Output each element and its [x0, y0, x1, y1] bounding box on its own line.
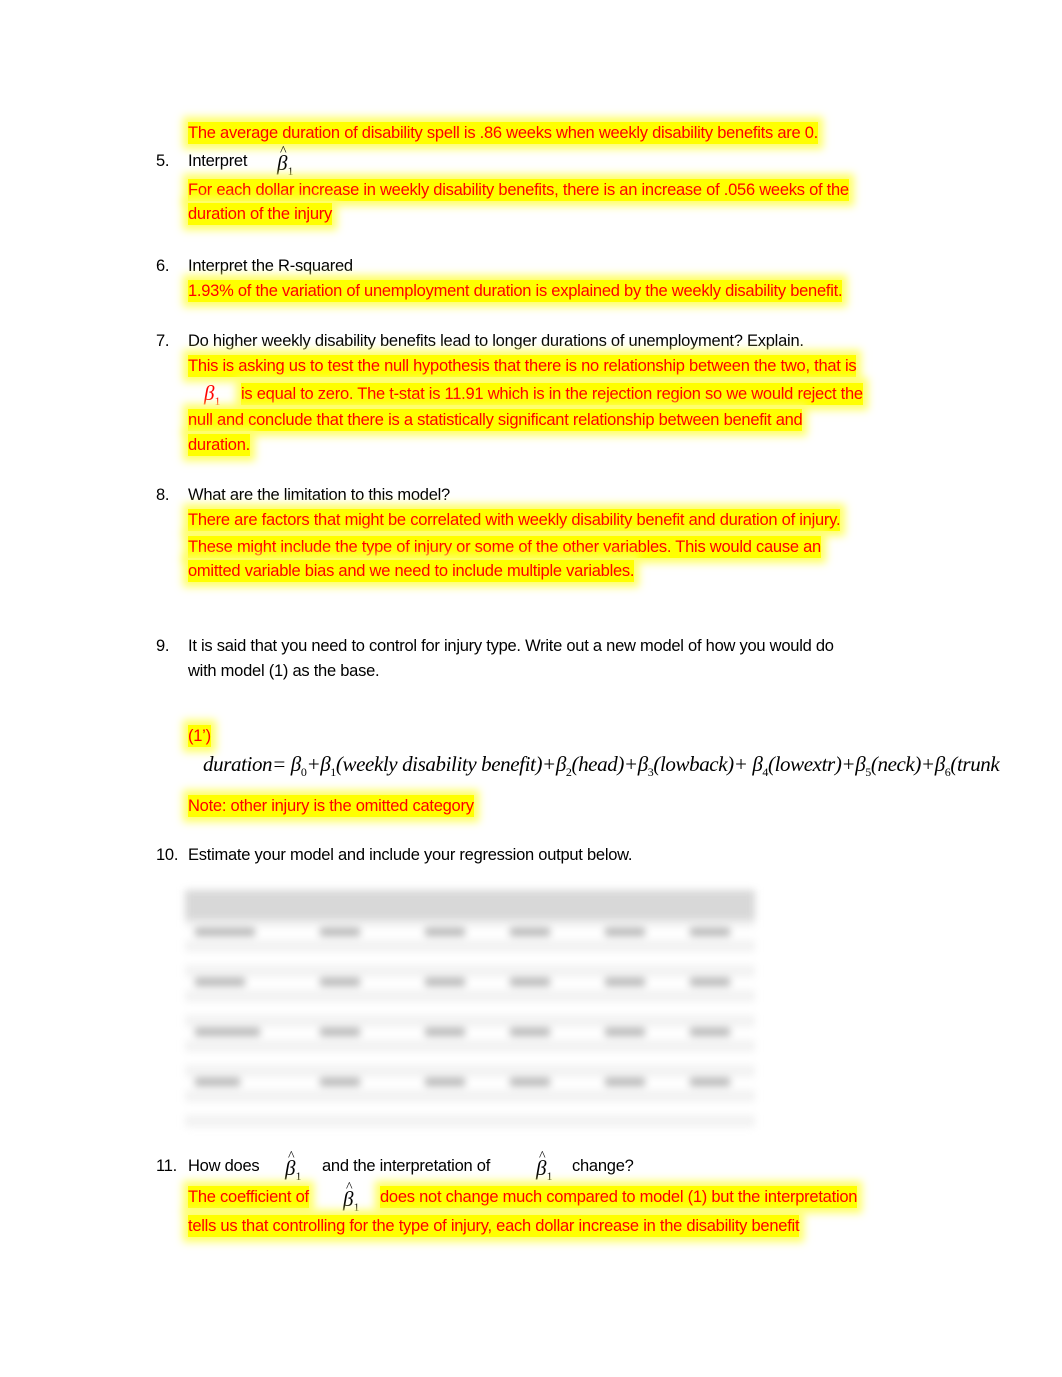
question-10: Estimate your model and include your reg…	[188, 846, 633, 864]
answer-5-line: For each dollar increase in weekly disab…	[188, 179, 849, 201]
answer-5-line: duration of the injury	[188, 203, 333, 225]
answer-7-line: is equal to zero. The t-stat is 11.91 wh…	[241, 383, 863, 405]
beta-1-symbol: β1	[204, 381, 221, 409]
note-omitted-category: Note: other injury is the omitted catego…	[188, 795, 474, 817]
answer-11-line: tells us that controlling for the type o…	[188, 1215, 800, 1237]
question-11-part: How does	[188, 1157, 260, 1175]
answer-7-line: This is asking us to test the null hypot…	[188, 355, 857, 377]
question-number: 7.	[156, 332, 170, 350]
question-number: 10.	[156, 846, 179, 864]
question-11-part: change?	[572, 1157, 634, 1175]
answer-11-part: The coefficient of	[188, 1186, 309, 1208]
answer-6: 1.93% of the variation of unemployment d…	[188, 280, 843, 302]
answer-8-line: omitted variable bias and we need to inc…	[188, 560, 635, 582]
answer-7-line: duration.	[188, 434, 250, 456]
question-number: 11.	[156, 1157, 177, 1175]
question-8: What are the limitation to this model?	[188, 486, 450, 504]
model-label: (1’)	[188, 725, 211, 747]
document-page: The average duration of disability spell…	[0, 0, 1062, 1377]
beta-hat-1-symbol: ^ β1	[343, 1180, 360, 1215]
answer-8-line: There are factors that might be correlat…	[188, 509, 841, 531]
question-number: 8.	[156, 486, 170, 504]
blurred-regression-output-image	[185, 890, 755, 1130]
beta-hat-1-symbol: ^ β1	[536, 1149, 553, 1184]
question-number: 5.	[156, 152, 170, 170]
beta-hat-1-symbol: ^ β1	[285, 1149, 302, 1184]
question-5: Interpret	[188, 152, 248, 170]
answer-7-line: null and conclude that there is a statis…	[188, 409, 803, 431]
beta-hat-1-symbol: ^ β1	[277, 144, 294, 179]
answer-11-line: does not change much compared to model (…	[380, 1186, 858, 1208]
question-number: 6.	[156, 257, 170, 275]
question-9-line: It is said that you need to control for …	[188, 637, 834, 655]
question-9-line: with model (1) as the base.	[188, 662, 380, 680]
question-number: 9.	[156, 637, 170, 655]
question-7: Do higher weekly disability benefits lea…	[188, 332, 804, 350]
question-6: Interpret the R-squared	[188, 257, 353, 275]
question-11-part: and the interpretation of	[322, 1157, 491, 1175]
answer-8-line: These might include the type of injury o…	[188, 536, 821, 558]
regression-equation: duration= β0+β1(weekly disability benefi…	[203, 752, 1000, 780]
